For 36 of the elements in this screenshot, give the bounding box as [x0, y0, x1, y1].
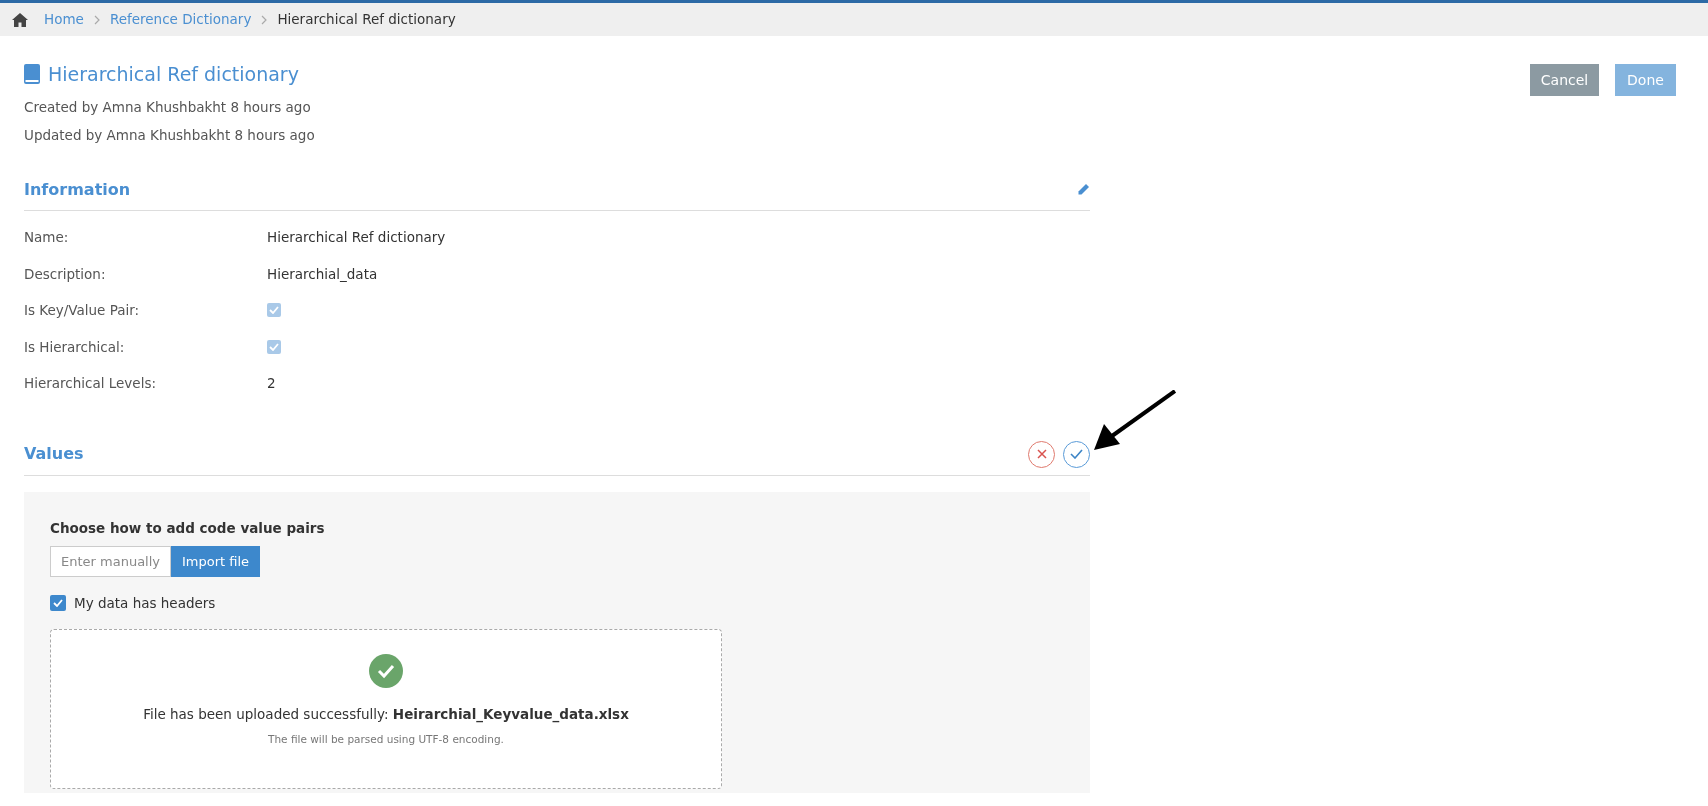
confirm-button[interactable] — [1063, 440, 1090, 468]
chevron-icon — [261, 14, 268, 25]
success-icon — [369, 654, 403, 688]
breadcrumb-link[interactable]: Home — [44, 9, 84, 30]
field-label: Hierarchical Levels: — [24, 374, 157, 394]
field-value: Hierarchial_data — [267, 264, 378, 284]
check-icon — [1070, 449, 1083, 459]
field-label: Description: — [24, 264, 107, 284]
field-value: Hierarchical Ref dictionary — [267, 228, 446, 248]
page-title: Hierarchical Ref dictionary — [48, 62, 299, 87]
upload-message: File has been uploaded successfully: Heirarchial_Keyvalue_data.xlsx — [143, 705, 629, 725]
done-button[interactable]: Done — [1615, 64, 1676, 96]
section-title: Information — [24, 178, 131, 201]
edit-icon[interactable] — [1077, 183, 1090, 196]
field-label: Is Hierarchical: — [24, 337, 126, 357]
check-icon — [53, 598, 63, 607]
checkbox-label: My data has headers — [74, 593, 216, 613]
breadcrumb-link[interactable]: Reference Dictionary — [109, 9, 252, 30]
encoding-note: The file will be parsed using UTF-8 encoding. — [268, 732, 504, 748]
book-icon — [24, 64, 40, 85]
mode-tab[interactable]: Enter manually — [50, 545, 172, 577]
section-title: Values — [24, 443, 84, 465]
home-icon[interactable] — [12, 12, 28, 27]
field-label: Name: — [24, 228, 70, 248]
updated-info: Updated by Amna Khushbakht 8 hours ago — [24, 125, 315, 145]
chevron-icon — [93, 14, 100, 25]
close-icon — [1036, 449, 1047, 459]
checkbox[interactable] — [50, 594, 66, 611]
cancel-button[interactable]: Cancel — [1530, 64, 1599, 96]
field-label: Is Key/Value Pair: — [24, 301, 141, 321]
created-info: Created by Amna Khushbakht 8 hours ago — [24, 97, 312, 117]
close-button[interactable] — [1028, 440, 1055, 468]
breadcrumb-current: Hierarchical Ref dictionary — [277, 10, 456, 30]
section-prompt: Choose how to add code value pairs — [50, 518, 326, 538]
mode-tab[interactable]: Import file — [171, 545, 261, 577]
field-value: 2 — [267, 374, 276, 394]
